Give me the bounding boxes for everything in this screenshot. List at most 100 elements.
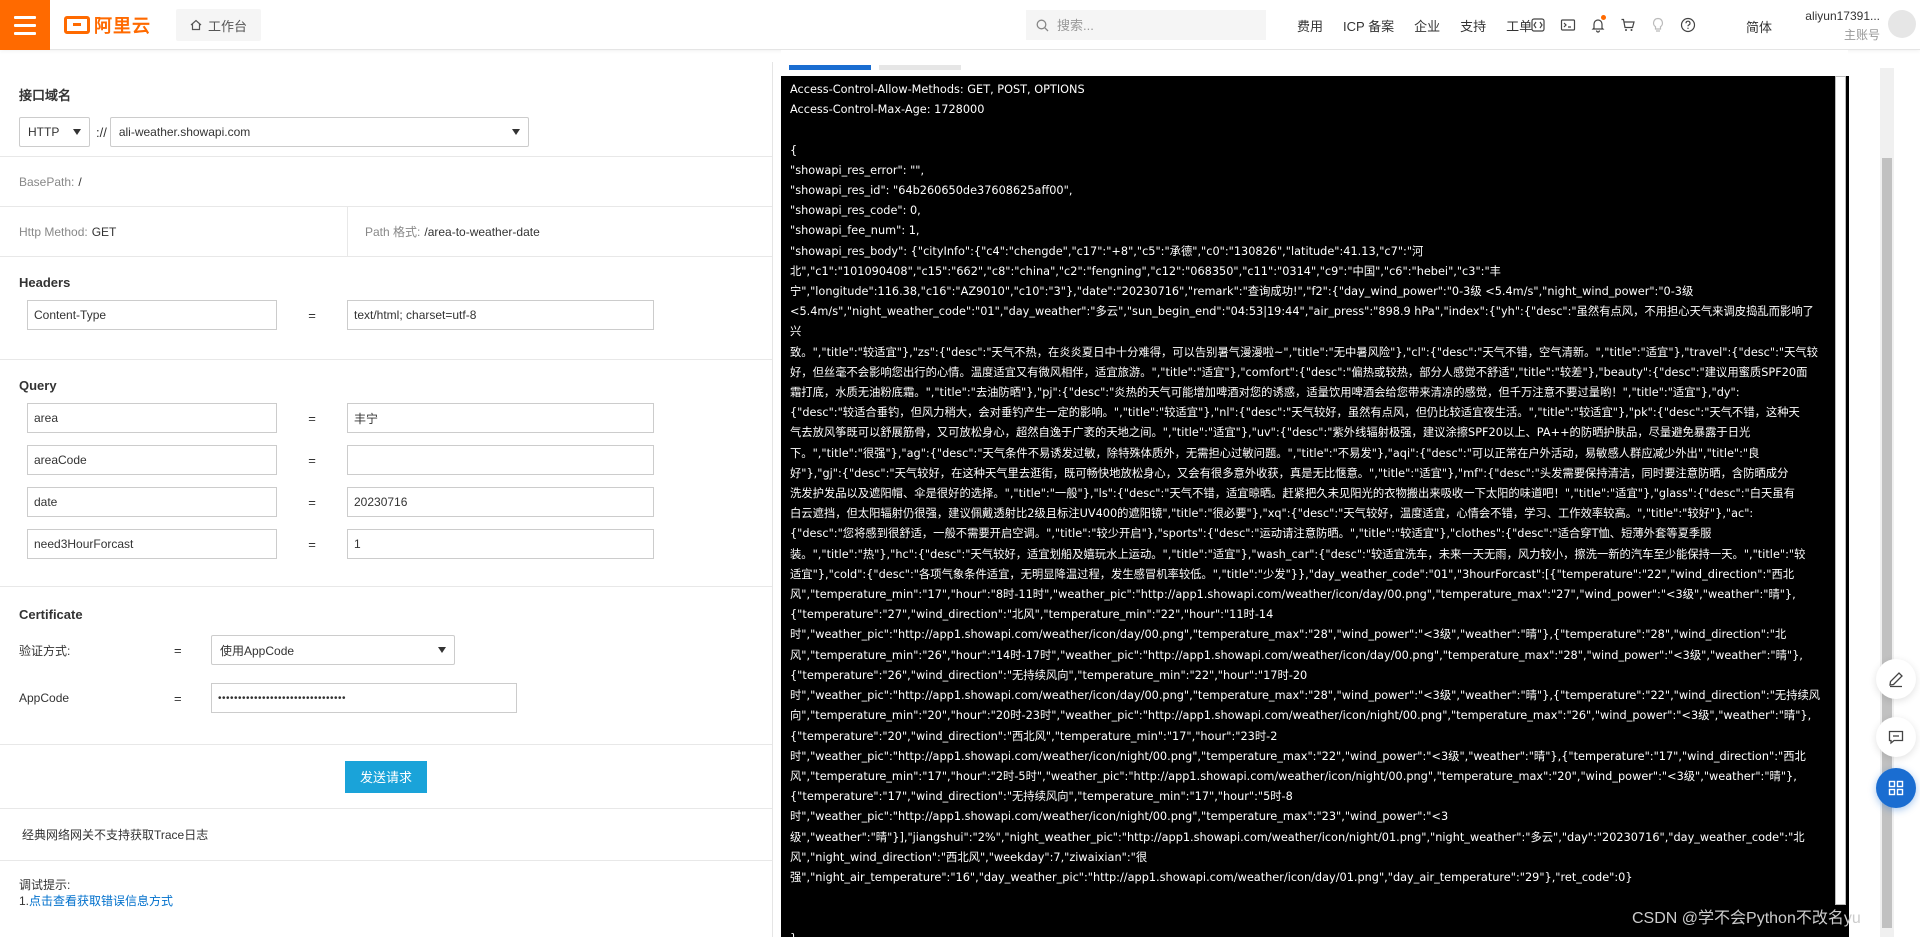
avatar[interactable] — [1888, 10, 1916, 38]
bell-icon[interactable] — [1586, 13, 1610, 37]
nav-cost[interactable]: 费用 — [1287, 16, 1333, 35]
page-scrollbar-thumb[interactable] — [1882, 158, 1892, 928]
openapi-icon[interactable] — [1526, 13, 1550, 37]
query-title: Query — [19, 378, 57, 393]
notification-dot — [1601, 15, 1606, 20]
chat-icon — [1888, 730, 1904, 745]
top-navigation-bar: 阿里云 工作台 费用 ICP 备案 企业 支持 工单 — [0, 0, 1920, 50]
console-scrollbar-thumb[interactable] — [1835, 76, 1846, 905]
help-icon[interactable] — [1676, 13, 1700, 37]
tab-other[interactable] — [879, 65, 961, 70]
lightbulb-icon[interactable] — [1646, 13, 1670, 37]
protocol-value: HTTP — [28, 125, 60, 139]
menu-line — [14, 23, 36, 27]
protocol-select[interactable]: HTTP — [19, 117, 90, 147]
appcode-label: AppCode — [19, 691, 70, 705]
header-key-input[interactable] — [27, 300, 277, 330]
chevron-down-icon — [511, 129, 520, 135]
nav-enterprise[interactable]: 企业 — [1404, 16, 1450, 35]
domain-section-title: 接口域名 — [19, 88, 72, 103]
query-row: = — [19, 439, 772, 481]
query-value-input[interactable] — [347, 445, 654, 475]
top-nav-icons — [1526, 0, 1700, 50]
response-output: Access-Control-Allow-Methods: GET, POST,… — [790, 83, 1821, 945]
pencil-icon — [1889, 672, 1903, 688]
query-key-input[interactable] — [27, 403, 277, 433]
domain-value: ali-weather.showapi.com — [118, 125, 251, 139]
cart-icon[interactable] — [1616, 13, 1640, 37]
header-value-input[interactable] — [347, 300, 654, 330]
workbench-button[interactable]: 工作台 — [176, 9, 262, 41]
auth-method-value: 使用AppCode — [220, 643, 295, 658]
query-key-input[interactable] — [27, 487, 277, 517]
language-switch[interactable]: 简体 — [1746, 17, 1772, 36]
terminal-icon[interactable] — [1556, 13, 1580, 37]
send-section: 发送请求 — [0, 745, 772, 809]
console-scrollbar[interactable] — [1833, 76, 1849, 937]
query-value-input[interactable] — [347, 403, 654, 433]
account-menu[interactable]: aliyun17391... 主账号 — [1792, 9, 1880, 43]
headers-section: Headers = — [0, 257, 772, 360]
path-cell: Path 格式: /area-to-weather-date — [348, 223, 540, 240]
account-name: aliyun17391... — [1805, 9, 1880, 23]
chevron-down-icon — [73, 129, 81, 135]
send-request-button[interactable]: 发送请求 — [345, 760, 427, 793]
trace-note-row: 经典网络网关不支持获取Trace日志 — [0, 809, 772, 861]
aliyun-logo[interactable]: 阿里云 — [64, 13, 151, 37]
query-value-input[interactable] — [347, 529, 654, 559]
hamburger-menu-button[interactable] — [0, 0, 50, 50]
auth-method-select[interactable]: 使用AppCode — [211, 635, 455, 665]
equals-sign: = — [308, 494, 316, 510]
protocol-separator: :// — [96, 124, 107, 140]
method-value: GET — [91, 224, 117, 239]
account-role: 主账号 — [1843, 28, 1880, 42]
top-nav-links: 费用 ICP 备案 企业 支持 工单 — [1287, 0, 1542, 50]
debug-hint-number: 1. — [19, 894, 30, 908]
tab-response[interactable] — [789, 65, 871, 70]
debug-hint-title: 调试提示: — [19, 878, 71, 892]
domain-select[interactable]: ali-weather.showapi.com — [109, 117, 529, 147]
query-key-input[interactable] — [27, 445, 277, 475]
response-console[interactable]: Access-Control-Allow-Methods: GET, POST,… — [781, 76, 1849, 945]
api-debug-form: 接口域名 HTTP :// ali-weather.showapi.com Ba… — [0, 62, 773, 937]
auth-method-label: 验证方式: — [19, 643, 71, 658]
nav-icp[interactable]: ICP 备案 — [1333, 16, 1404, 35]
response-panel: Access-Control-Allow-Methods: GET, POST,… — [781, 50, 1849, 945]
workbench-label: 工作台 — [208, 18, 248, 34]
search-input[interactable] — [1057, 17, 1257, 33]
global-search[interactable] — [1026, 10, 1266, 40]
logo-text: 阿里云 — [94, 16, 151, 36]
method-cell: Http Method: GET — [0, 206, 348, 257]
chat-button[interactable] — [1876, 717, 1916, 757]
query-row: = — [19, 397, 772, 439]
path-label: Path 格式: — [365, 225, 421, 239]
trace-note: 经典网络网关不支持获取Trace日志 — [22, 828, 209, 842]
equals-sign: = — [308, 452, 316, 468]
header-row: = — [19, 294, 772, 336]
equals-sign: = — [308, 536, 316, 552]
path-value: /area-to-weather-date — [424, 224, 540, 239]
equals-sign: = — [174, 642, 182, 658]
response-tabs — [789, 58, 961, 70]
aliyun-logo-icon — [64, 16, 90, 34]
basepath-label: BasePath: — [19, 174, 75, 189]
query-row: = — [19, 481, 772, 523]
home-icon — [190, 19, 202, 31]
equals-sign: = — [308, 307, 316, 323]
method-path-row: Http Method: GET Path 格式: /area-to-weath… — [0, 206, 772, 257]
nav-support[interactable]: 支持 — [1450, 16, 1496, 35]
basepath-value: / — [78, 174, 82, 189]
query-row: = — [19, 523, 772, 565]
query-value-input[interactable] — [347, 487, 654, 517]
debug-hint-line: 1.点击查看获取错误信息方式 — [19, 893, 772, 909]
error-info-link[interactable]: 点击查看获取错误信息方式 — [29, 894, 173, 908]
method-label: Http Method: — [19, 224, 88, 239]
menu-line — [14, 31, 36, 35]
equals-sign: = — [174, 690, 182, 706]
edit-feedback-button[interactable] — [1876, 659, 1916, 699]
apps-button[interactable] — [1876, 768, 1916, 808]
query-section: Query = = = = — [0, 360, 772, 587]
headers-title: Headers — [19, 275, 71, 290]
appcode-input[interactable]: •••••••••••••••••••••••••••••••• — [211, 683, 517, 713]
query-key-input[interactable] — [27, 529, 277, 559]
